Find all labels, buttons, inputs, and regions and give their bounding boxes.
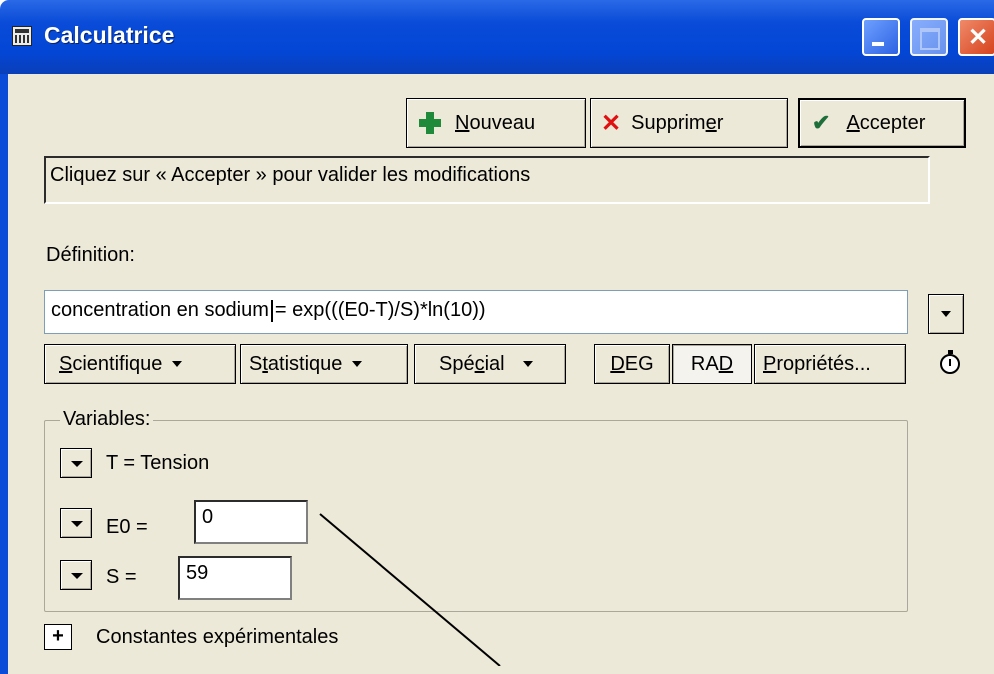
variable-e0-label: E0 =: [106, 516, 148, 538]
variable-t-dropdown[interactable]: [60, 448, 92, 478]
delete-button-label: Supprimer: [631, 111, 724, 134]
calculator-icon: [12, 26, 32, 46]
delete-button[interactable]: ✕ Supprimer: [590, 98, 788, 148]
variable-s-label: S =: [106, 566, 137, 588]
deg-button[interactable]: DEG: [594, 344, 670, 384]
rad-button[interactable]: RAD: [672, 344, 752, 384]
rad-label: RAD: [690, 352, 734, 375]
plus-icon: [419, 112, 441, 134]
formula-left: concentration en sodium: [51, 299, 269, 321]
deg-label: DEG: [610, 352, 654, 375]
variable-e0-dropdown[interactable]: [60, 508, 92, 538]
accept-button[interactable]: ✔ Accepter: [798, 98, 966, 148]
constants-label: Constantes expérimentales: [96, 626, 339, 648]
variables-title: Variables:: [60, 408, 154, 431]
properties-label: Propriétés...: [763, 352, 871, 375]
window-title: Calculatrice: [44, 22, 175, 48]
variable-t-label: T = Tension: [106, 452, 210, 474]
text-cursor: [270, 299, 273, 322]
new-button[interactable]: Nouveau: [406, 98, 586, 148]
close-button[interactable]: [958, 18, 994, 56]
variable-s-dropdown[interactable]: [60, 560, 92, 590]
variable-e0-value: 0: [202, 506, 214, 528]
minimize-button[interactable]: [862, 18, 900, 56]
scientific-label: Scientifique: [59, 352, 163, 375]
definition-dropdown-button[interactable]: [928, 294, 964, 334]
variables-group: [44, 420, 908, 612]
window-frame: [0, 74, 8, 674]
status-message-text: Cliquez sur « Accepter » pour valider le…: [50, 164, 531, 186]
chevron-down-icon: [941, 311, 951, 317]
statistics-menu-button[interactable]: Statistique: [240, 344, 408, 384]
calculator-window: Calculatrice Nouveau ✕ Supprimer ✔ Accep…: [0, 0, 994, 674]
statistics-label: Statistique: [249, 352, 343, 375]
maximize-button[interactable]: [910, 18, 948, 56]
chevron-down-icon: [352, 361, 363, 367]
new-button-label: Nouveau: [455, 111, 536, 134]
definition-label: Définition:: [46, 244, 135, 266]
title-bar[interactable]: Calculatrice: [0, 0, 994, 74]
special-menu-button[interactable]: Spécial: [414, 344, 566, 384]
special-label: Spécial: [439, 352, 505, 375]
accept-button-label: Accepter: [846, 111, 926, 134]
scientific-menu-button[interactable]: Scientifique: [44, 344, 236, 384]
chevron-down-icon: [172, 361, 183, 367]
variable-s-value: 59: [186, 562, 209, 584]
definition-input[interactable]: concentration en sodium = exp(((E0-T)/S)*…: [44, 290, 908, 334]
status-message: Cliquez sur « Accepter » pour valider le…: [44, 156, 930, 204]
stopwatch-icon: [940, 350, 960, 374]
variable-e0-input[interactable]: 0: [194, 500, 308, 544]
check-icon: ✔: [812, 110, 831, 135]
variable-s-input[interactable]: 59: [178, 556, 292, 600]
chevron-down-icon: [522, 361, 533, 367]
stopwatch-button[interactable]: [930, 344, 970, 384]
constants-expand-button[interactable]: +: [44, 624, 72, 650]
properties-button[interactable]: Propriétés...: [754, 344, 906, 384]
formula-right: = exp(((E0-T)/S)*ln(10)): [274, 299, 486, 321]
delete-icon: ✕: [601, 109, 622, 137]
